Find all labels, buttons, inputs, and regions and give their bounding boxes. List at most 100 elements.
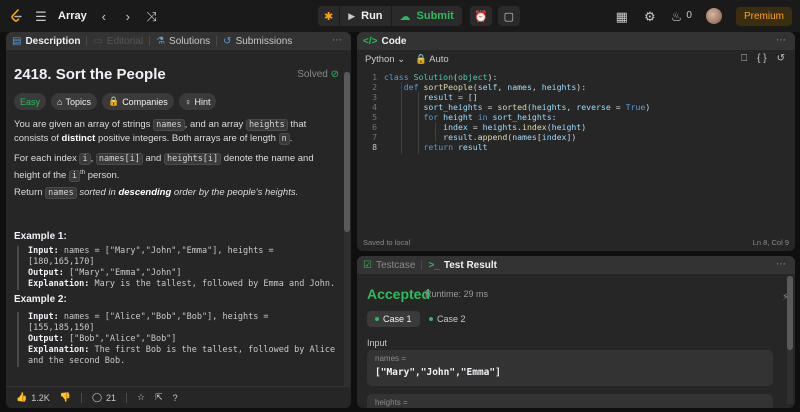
bug-icon: ✱ xyxy=(324,10,334,23)
topics-chip[interactable]: ⌂ Topics xyxy=(51,93,97,110)
history-icon: ↺ xyxy=(223,35,232,47)
alarm-clock-icon: ⏰ xyxy=(473,10,488,23)
code-more-options-icon[interactable]: ⋯ xyxy=(776,35,787,46)
note-icon: ▢ xyxy=(503,10,515,23)
lock-icon: 🔒 xyxy=(107,96,120,106)
save-status: Saved to local xyxy=(363,238,411,247)
dislike-button[interactable]: 👎 xyxy=(60,392,71,403)
test-scrollbar-thumb[interactable] xyxy=(787,276,793,350)
more-options-icon[interactable]: ⋯ xyxy=(332,35,343,46)
description-tab-bar: ▤ Description ▭ Editorial ⚗ Solutions ↺ … xyxy=(6,32,351,50)
code-line: 8 return result xyxy=(372,142,488,152)
share-icon: ⇱ xyxy=(155,392,163,402)
lightbulb-icon: ♀ xyxy=(184,96,192,107)
test-tab-bar: ☑ Testcase >_ Test Result ⋯ xyxy=(357,256,795,274)
input-value-box[interactable]: heights = xyxy=(367,394,773,408)
tab-testcase[interactable]: ☑ Testcase xyxy=(363,260,415,271)
tag-icon: ⌂ xyxy=(57,96,63,107)
code-line: 1 class Solution(object): xyxy=(372,72,498,82)
code-toolbar: Python ⌄ 🔒 Auto ⎕ { } ↺ xyxy=(357,50,795,68)
debug-button[interactable]: ✱ xyxy=(318,6,340,26)
runtime-text: Runtime: 29 ms xyxy=(425,289,489,299)
terminal-icon: >_ xyxy=(428,259,440,271)
document-icon: ▤ xyxy=(12,35,22,47)
problem-list-icon[interactable]: ☰ xyxy=(34,10,48,23)
hint-chip[interactable]: ♀ Hint xyxy=(178,93,217,110)
result-status: Accepted xyxy=(367,286,431,302)
input-value-box[interactable]: names = ["Mary","John","Emma"] xyxy=(367,350,773,386)
description-footer: 👍 1.2K 👎 ◯ 21 ☆ ⇱ ? xyxy=(6,386,351,408)
share-button[interactable]: ⇱ xyxy=(155,392,163,403)
flask-icon: ⚗ xyxy=(156,35,166,47)
tab-editorial[interactable]: ▭ Editorial xyxy=(93,36,143,47)
streak-button[interactable]: ♨ 0 xyxy=(671,10,692,23)
example-1-block: Input: names = ["Mary","John","Emma"], h… xyxy=(17,246,337,290)
shuffle-icon[interactable]: ⤨ xyxy=(145,10,159,23)
code-line: 3 result = [] xyxy=(372,92,478,102)
comments-button[interactable]: ◯ 21 xyxy=(92,392,116,403)
favorite-button[interactable]: ☆ xyxy=(137,392,145,403)
problem-tags: Easy ⌂ Topics 🔒 Companies ♀ Hint xyxy=(14,93,217,110)
thumbs-up-icon: 👍 xyxy=(16,392,28,402)
leetcode-logo-icon[interactable] xyxy=(8,8,24,24)
language-select[interactable]: Python ⌄ xyxy=(365,54,405,65)
cursor-position: Ln 8, Col 9 xyxy=(752,238,789,247)
tab-code[interactable]: </> Code xyxy=(363,36,406,47)
star-icon: ☆ xyxy=(137,392,146,402)
check-circle-icon: ⊘ xyxy=(330,69,339,80)
code-line: 6 index = heights.index(height) xyxy=(372,122,587,132)
notes-button[interactable]: ▢ xyxy=(497,6,520,26)
run-label: Run xyxy=(361,10,383,22)
streak-count: 0 xyxy=(686,10,692,21)
bookmark-icon[interactable]: ⎕ xyxy=(741,53,747,64)
previous-problem-icon[interactable]: ‹ xyxy=(97,10,111,23)
description-paragraph-2: For each index i, names[i] and heights[i… xyxy=(14,153,314,183)
like-button[interactable]: 👍 1.2K xyxy=(16,392,50,403)
code-editor[interactable]: 1 class Solution(object): 2 def sortPeopl… xyxy=(357,72,795,232)
book-icon: ▭ xyxy=(93,35,103,47)
problem-title[interactable]: 2418. Sort the People xyxy=(14,66,166,83)
code-panel: </> Code ⋯ Python ⌄ 🔒 Auto ⎕ { } ↺ 1 clas… xyxy=(357,32,795,251)
tab-test-result[interactable]: >_ Test Result xyxy=(428,260,497,271)
chevron-down-icon: ⌄ xyxy=(397,53,406,65)
play-icon: ▶ xyxy=(348,10,356,21)
example-2-block: Input: names = ["Alice","Bob","Bob"], he… xyxy=(17,312,337,367)
reset-icon[interactable]: ↺ xyxy=(777,53,785,64)
timer-button[interactable]: ⏰ xyxy=(469,6,492,26)
code-brackets-icon: </> xyxy=(363,35,378,47)
test-more-options-icon[interactable]: ⋯ xyxy=(776,259,787,270)
submit-label: Submit xyxy=(416,10,454,22)
checkbox-icon: ☑ xyxy=(363,259,372,271)
top-bar: ☰ Array ‹ › ⤨ ✱ ▶ Run ☁ Submit ⏰ ▢ ▦ ⚙ ♨… xyxy=(0,0,800,32)
question-circle-icon: ? xyxy=(172,392,178,403)
problem-list-title[interactable]: Array xyxy=(58,10,87,22)
user-avatar[interactable] xyxy=(705,8,722,24)
auto-mode[interactable]: 🔒 Auto xyxy=(415,54,449,65)
example-1-title: Example 1: xyxy=(14,231,67,242)
input-label: Input xyxy=(367,338,388,348)
lock-icon: 🔒 xyxy=(415,53,428,65)
format-braces-icon[interactable]: { } xyxy=(757,53,766,64)
example-2-title: Example 2: xyxy=(14,294,67,305)
description-paragraph-3: Return names sorted in descending order … xyxy=(14,187,299,199)
help-button[interactable]: ? xyxy=(173,393,178,403)
tab-solutions[interactable]: ⚗ Solutions xyxy=(156,36,210,47)
premium-button[interactable]: Premium xyxy=(735,6,792,26)
settings-gear-icon[interactable]: ⚙ xyxy=(643,10,657,23)
flame-icon: ♨ xyxy=(670,8,683,24)
layout-grid-icon[interactable]: ▦ xyxy=(615,10,629,23)
code-line: 2 def sortPeople(self, names, heights): xyxy=(372,82,587,92)
tab-submissions[interactable]: ↺ Submissions xyxy=(223,36,292,47)
comment-icon: ◯ xyxy=(91,392,103,402)
description-scrollbar-thumb[interactable] xyxy=(344,72,350,232)
tab-description[interactable]: ▤ Description xyxy=(12,36,80,47)
submit-button[interactable]: ☁ Submit xyxy=(391,6,462,26)
next-problem-icon[interactable]: › xyxy=(121,10,135,23)
code-line: 7 result.append(names[index]) xyxy=(372,132,577,142)
description-paragraph-1: You are given an array of strings names,… xyxy=(14,119,307,145)
case-2-tab[interactable]: Case 2 xyxy=(421,311,474,327)
companies-chip[interactable]: 🔒 Companies xyxy=(101,93,174,110)
code-line: 5 for height in sort_heights: xyxy=(372,112,557,122)
run-button[interactable]: ▶ Run xyxy=(340,6,391,26)
case-1-tab[interactable]: Case 1 xyxy=(367,311,420,327)
